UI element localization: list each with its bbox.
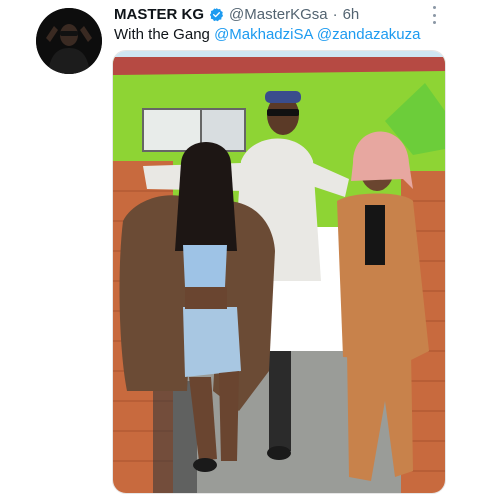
tweet-text: With the Gang @MakhadziSA @zandazakuza	[114, 26, 420, 43]
tweet-text-prefix: With the Gang	[114, 26, 210, 43]
author-handle[interactable]: @MasterKGsa	[229, 6, 328, 23]
tweet-card[interactable]: MASTER KG @MasterKGsa · 6h With the Gang…	[0, 0, 480, 494]
mention-link[interactable]: @MakhadziSA	[214, 26, 313, 43]
tweet-header: MASTER KG @MasterKGsa · 6h	[114, 6, 359, 23]
separator-dot: ·	[332, 6, 338, 23]
author-name[interactable]: MASTER KG	[114, 6, 204, 23]
mention-link[interactable]: @zandazakuza	[317, 26, 421, 43]
verified-badge-icon	[209, 7, 224, 22]
tweet-timestamp[interactable]: 6h	[343, 6, 360, 23]
author-avatar[interactable]	[36, 8, 102, 74]
tweet-photo[interactable]	[112, 50, 446, 494]
more-options-icon[interactable]	[428, 6, 440, 24]
